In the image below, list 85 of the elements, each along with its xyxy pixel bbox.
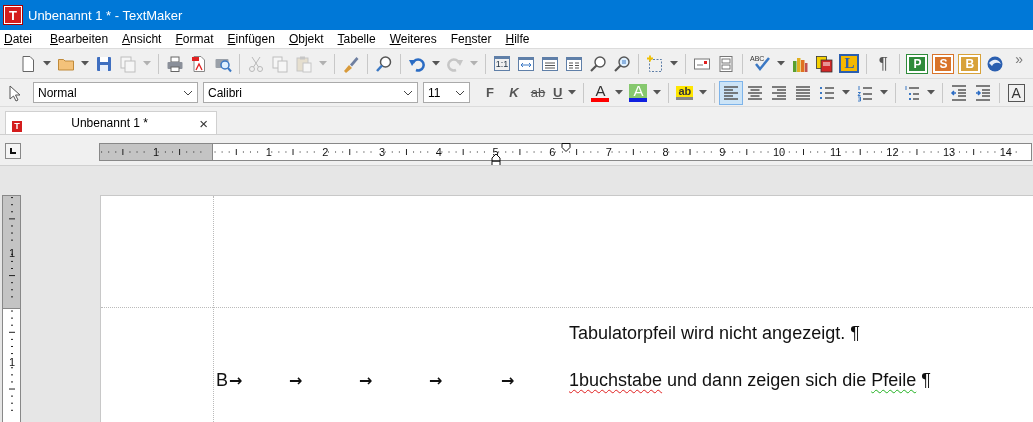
documents-icon [119,54,137,73]
magnifier-icon [589,54,607,73]
floppy-icon [95,54,113,73]
ruler-number: 3 [379,146,386,158]
formatting-marks-button[interactable]: ¶ [871,51,896,76]
chevron-icon [183,89,193,96]
left-tab-icon [9,147,17,155]
pdf-page-icon [190,54,208,73]
ruler-number: 1 [8,247,16,259]
document-tab[interactable]: T Unbenannt 1 * × [5,111,217,134]
menu-item[interactable]: Hilfe [501,32,534,46]
brush-icon [342,54,360,73]
ruler-number: 9 [719,146,726,158]
italic-button[interactable]: K [502,80,526,105]
font-color-button[interactable]: A [588,80,627,105]
paragraph-text: 1buchstabe und dann zeigen sich die Pfeile ¶ [569,369,931,392]
ruler-number: 2 [322,146,329,158]
menu-item[interactable]: Fenster [446,32,496,46]
tab-type-button[interactable] [5,143,21,159]
font-dropdown[interactable]: Calibri [203,82,418,103]
bold-button[interactable]: F [478,80,502,105]
window-title: Unbenannt 1 * - TextMaker [28,7,183,23]
font-size-dropdown[interactable]: 11 [423,82,470,103]
close-button[interactable]: × [197,114,210,132]
chevron-icon [455,89,465,96]
document-icon: T [12,120,22,132]
menu-item[interactable]: Weiteres [385,32,441,46]
ruler-number: 13 [942,146,956,158]
tab-mark: → [229,371,243,390]
book-icon [815,54,834,73]
marker-button[interactable]: ab [673,80,711,105]
ruler-number: 7 [605,146,612,158]
app-logo: T [4,6,22,24]
tab-mark: → [359,371,373,390]
underline-button[interactable]: U [550,80,580,105]
ruler-number: 4 [435,146,442,158]
ruler-number: 6 [549,146,556,158]
globe-icon [986,54,1005,73]
align-center-icon [746,83,765,102]
justify-icon [794,83,813,102]
copy-icon [271,54,289,73]
menu-item[interactable]: Bearbeiten [46,32,113,46]
ruler-number: 8 [662,146,669,158]
align-left-button[interactable] [719,80,744,105]
align-left-icon [722,83,741,102]
clipboard-icon [295,54,313,73]
align-right-icon [770,83,789,102]
more-button[interactable]: » [1007,51,1032,76]
tab-mark: → [429,371,443,390]
style-dropdown[interactable]: Normal [33,82,198,103]
menu-item[interactable]: Einfügen [223,32,279,46]
strikethrough-button[interactable]: ab [526,80,550,105]
outline-list-icon [903,83,922,102]
ruler-number: 14 [999,146,1012,158]
paragraph-text: Tabulatorpfeil wird nicht angezeigt. ¶ [569,322,860,345]
menu-item[interactable]: Objekt [284,32,328,46]
menu-item[interactable]: Datei [0,32,37,46]
menu-item[interactable]: Format [171,32,218,46]
paragraph-text: B [215,369,229,392]
ruler-number: 12 [886,146,899,158]
decrease-indent-icon [950,83,969,102]
window-icon [517,54,535,73]
frame-icon [646,54,664,73]
numbered-list-icon [856,83,875,102]
printer-icon [166,54,184,73]
ruler-number: 10 [772,146,786,158]
ruler-number: 1 [152,146,160,158]
tab-mark: → [289,371,303,390]
ruler-number: 1 [265,146,272,158]
magnifier-icon [613,54,631,73]
menu-item[interactable]: Tabelle [333,32,380,46]
menu-item[interactable]: Ansicht [118,32,166,46]
increase-indent-icon [974,83,993,102]
search-icon [375,54,393,73]
chevron-icon [403,89,413,96]
tab-mark: → [501,371,515,390]
first-line-indent-marker[interactable] [561,143,571,152]
ruler-number: 1 [8,355,16,368]
page-icon [19,54,37,73]
window-icon [541,54,559,73]
actual-size-button[interactable]: 1:1 [490,51,514,76]
scissors-icon [247,54,265,73]
ruler-number: 11 [830,146,842,158]
cabinet-icon [717,54,735,73]
window-icon [565,54,583,73]
